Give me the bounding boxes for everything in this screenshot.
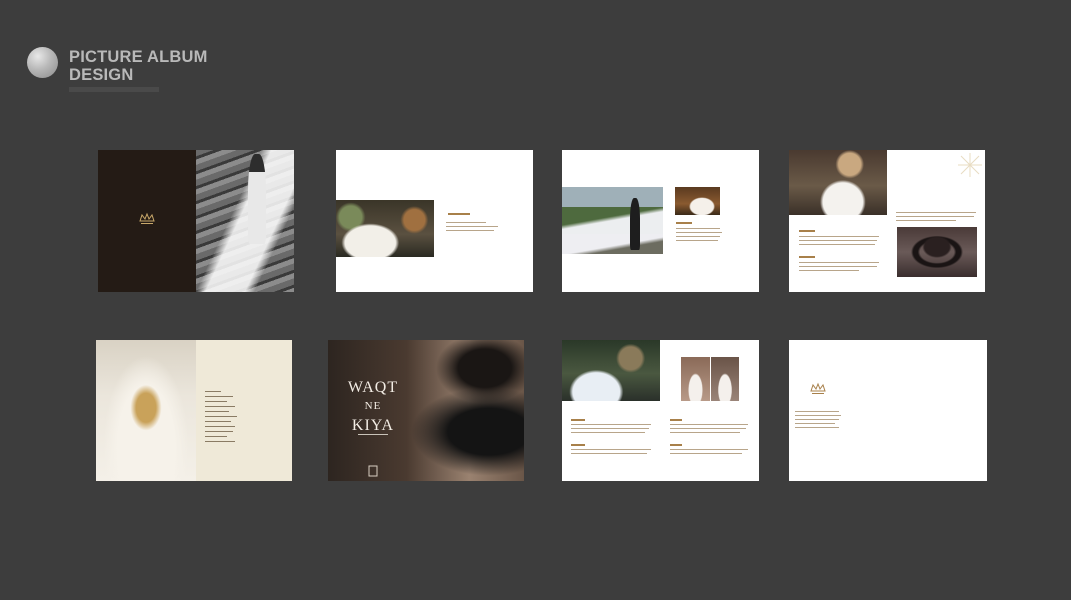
cover-logo-icon bbox=[368, 464, 378, 477]
bride-photo-a bbox=[681, 357, 710, 401]
header-circle-icon bbox=[27, 47, 58, 78]
album-page-6[interactable]: WAQT NE KIYA bbox=[328, 340, 524, 481]
album-page-5[interactable] bbox=[96, 340, 292, 481]
cover-title-line1: WAQT bbox=[347, 379, 399, 396]
header-title-line1: PICTURE ALBUM bbox=[69, 48, 208, 66]
cover-title-line3: KIYA bbox=[351, 417, 395, 434]
veil-photo bbox=[562, 187, 663, 254]
album-page-4[interactable] bbox=[789, 150, 985, 292]
dress-detail-photo bbox=[96, 340, 196, 481]
album-page-3[interactable] bbox=[562, 150, 759, 292]
necklace-photo bbox=[897, 227, 977, 277]
portrait-photo bbox=[675, 187, 720, 215]
arch-photo bbox=[789, 150, 887, 215]
forest-photo bbox=[562, 340, 660, 401]
header-title-line2: DESIGN bbox=[69, 66, 134, 84]
album-page-8[interactable] bbox=[789, 340, 987, 481]
staircase-photo bbox=[196, 150, 294, 292]
album-page-1[interactable] bbox=[98, 150, 294, 292]
cover-title: WAQT NE KIYA bbox=[342, 378, 404, 435]
album-page-7[interactable] bbox=[562, 340, 759, 481]
album-page-2[interactable] bbox=[336, 150, 533, 292]
ornament-icon bbox=[957, 152, 983, 178]
bride-figure bbox=[248, 154, 266, 244]
ceremony-photo bbox=[336, 200, 434, 257]
cover-title-line2: NE bbox=[364, 400, 382, 412]
bride-photo-b bbox=[711, 357, 739, 401]
header-underline bbox=[69, 87, 159, 92]
logo-icon bbox=[138, 212, 156, 226]
header-title: PICTURE ALBUM DESIGN bbox=[69, 48, 229, 84]
couple-figure bbox=[630, 198, 640, 250]
brand-logo-icon bbox=[809, 382, 827, 396]
